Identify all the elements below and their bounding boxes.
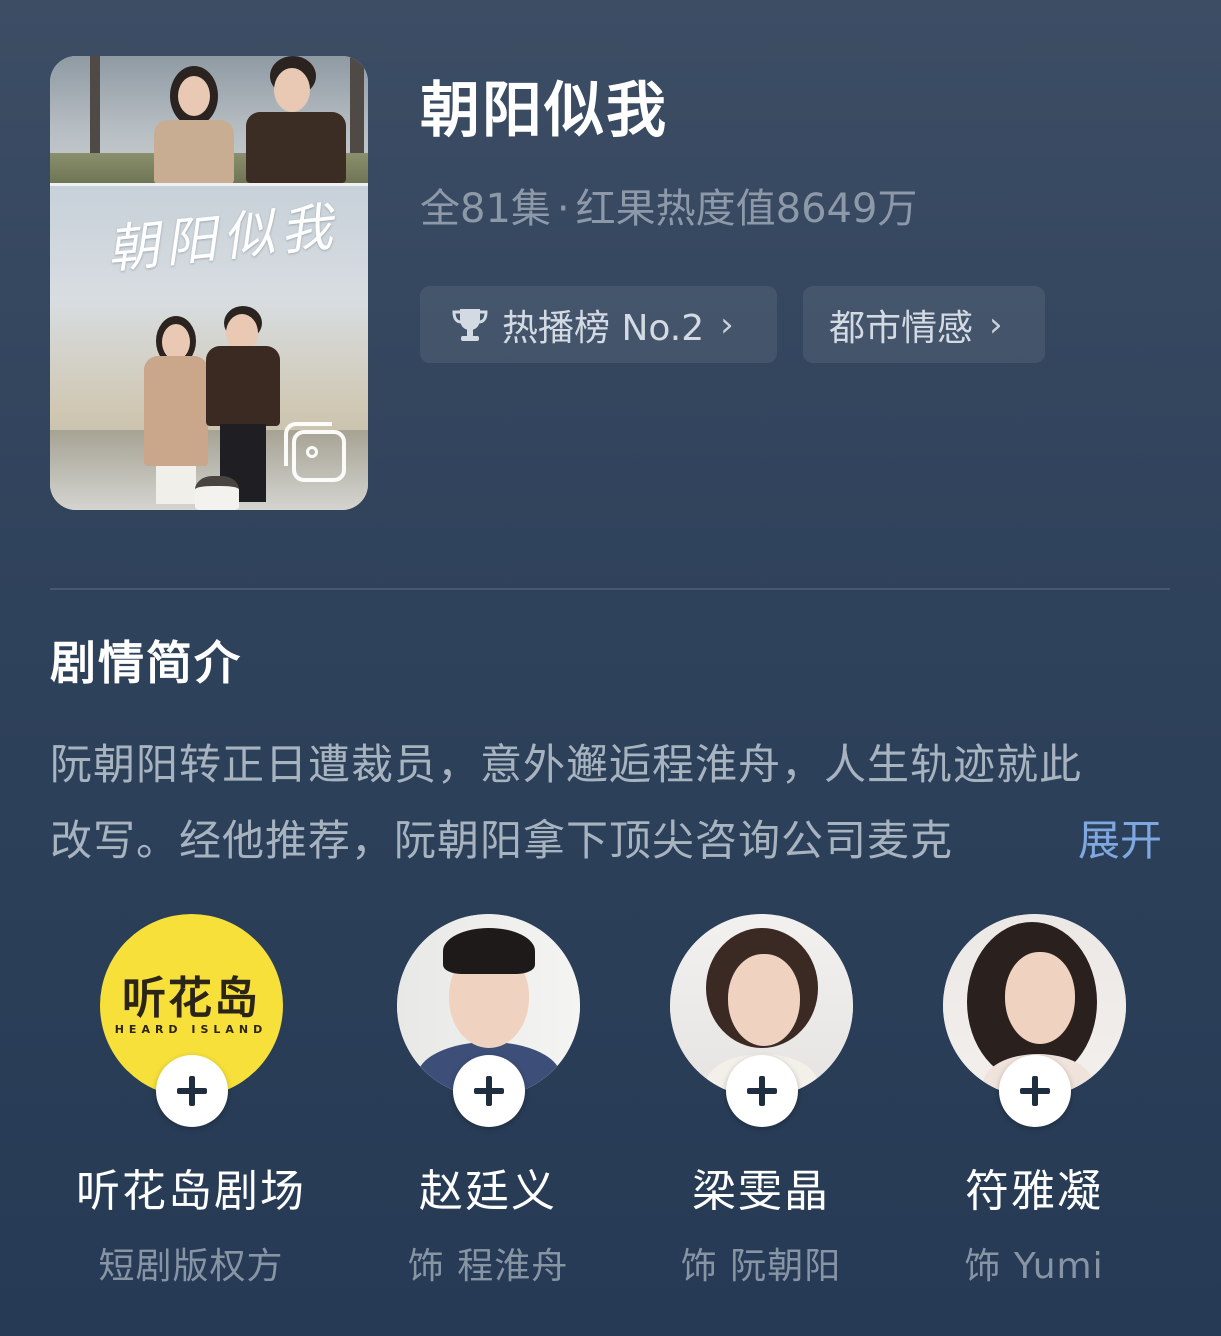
episode-count: 全81集 (420, 186, 551, 232)
follow-plus-icon[interactable] (452, 1055, 525, 1127)
follow-plus-icon[interactable] (155, 1055, 228, 1127)
drama-title: 朝阳似我 (420, 76, 668, 146)
cast-name: 符雅凝 (965, 1166, 1103, 1217)
genre-label: 都市情感 (829, 307, 974, 349)
cast-role: 饰 阮朝阳 (680, 1246, 842, 1287)
cast-role: 饰 Yumi (964, 1246, 1104, 1287)
synopsis-line: 改写。经他推荐，阮朝阳拿下顶尖咨询公司麦克 (50, 816, 954, 865)
chevron-right-icon: › (989, 304, 1003, 345)
chevron-right-icon: › (720, 304, 734, 345)
poster-key-art: 朝阳似我 (50, 186, 368, 510)
drama-poster[interactable]: 朝阳似我 (50, 56, 368, 510)
cast-name: 听花岛剧场 (76, 1166, 306, 1217)
synopsis-heading: 剧情简介 (50, 636, 242, 690)
drama-meta: 全81集 · 红果热度值8649万 (420, 176, 917, 234)
cast-name: 赵廷义 (419, 1166, 557, 1217)
heat-value: 红果热度值8649万 (575, 186, 918, 232)
genre-tag[interactable]: 都市情感 › (803, 286, 1045, 363)
follow-plus-icon[interactable] (998, 1055, 1071, 1127)
poster-title-calligraphy: 朝阳似我 (104, 197, 342, 281)
cast-item[interactable]: 符雅凝 饰 Yumi (884, 914, 1184, 1289)
cast-item[interactable]: 听花岛 HEARD ISLAND 听花岛剧场 短剧版权方 (41, 914, 341, 1289)
cast-item[interactable]: 赵廷义 饰 程淮舟 (338, 914, 638, 1289)
cast-role: 短剧版权方 (98, 1246, 284, 1287)
brand-logo-text: 听花岛 (122, 973, 260, 1024)
poster-still-image (50, 56, 368, 184)
synopsis-text: 阮朝阳转正日遭裁员，意外邂逅程淮舟，人生轨迹就此 改写。经他推荐，阮朝阳拿下顶尖… (50, 727, 1170, 879)
section-divider (50, 588, 1170, 590)
trophy-icon (452, 308, 488, 341)
cast-name: 梁雯晶 (692, 1166, 830, 1217)
follow-plus-icon[interactable] (725, 1055, 798, 1127)
hot-rank-tag[interactable]: 热播榜 No.2 › (420, 286, 777, 363)
expand-synopsis-button[interactable]: 展开 (1078, 803, 1162, 879)
cast-role: 饰 程淮舟 (407, 1246, 569, 1287)
cast-item[interactable]: 梁雯晶 饰 阮朝阳 (611, 914, 911, 1289)
meta-separator: · (556, 186, 570, 232)
gallery-icon[interactable] (284, 422, 346, 482)
brand-logo-subtext: HEARD ISLAND (114, 1023, 268, 1036)
synopsis-line: 阮朝阳转正日遭裁员，意外邂逅程淮舟，人生轨迹就此 (50, 740, 1083, 789)
hot-rank-label: 热播榜 No.2 (502, 307, 705, 349)
